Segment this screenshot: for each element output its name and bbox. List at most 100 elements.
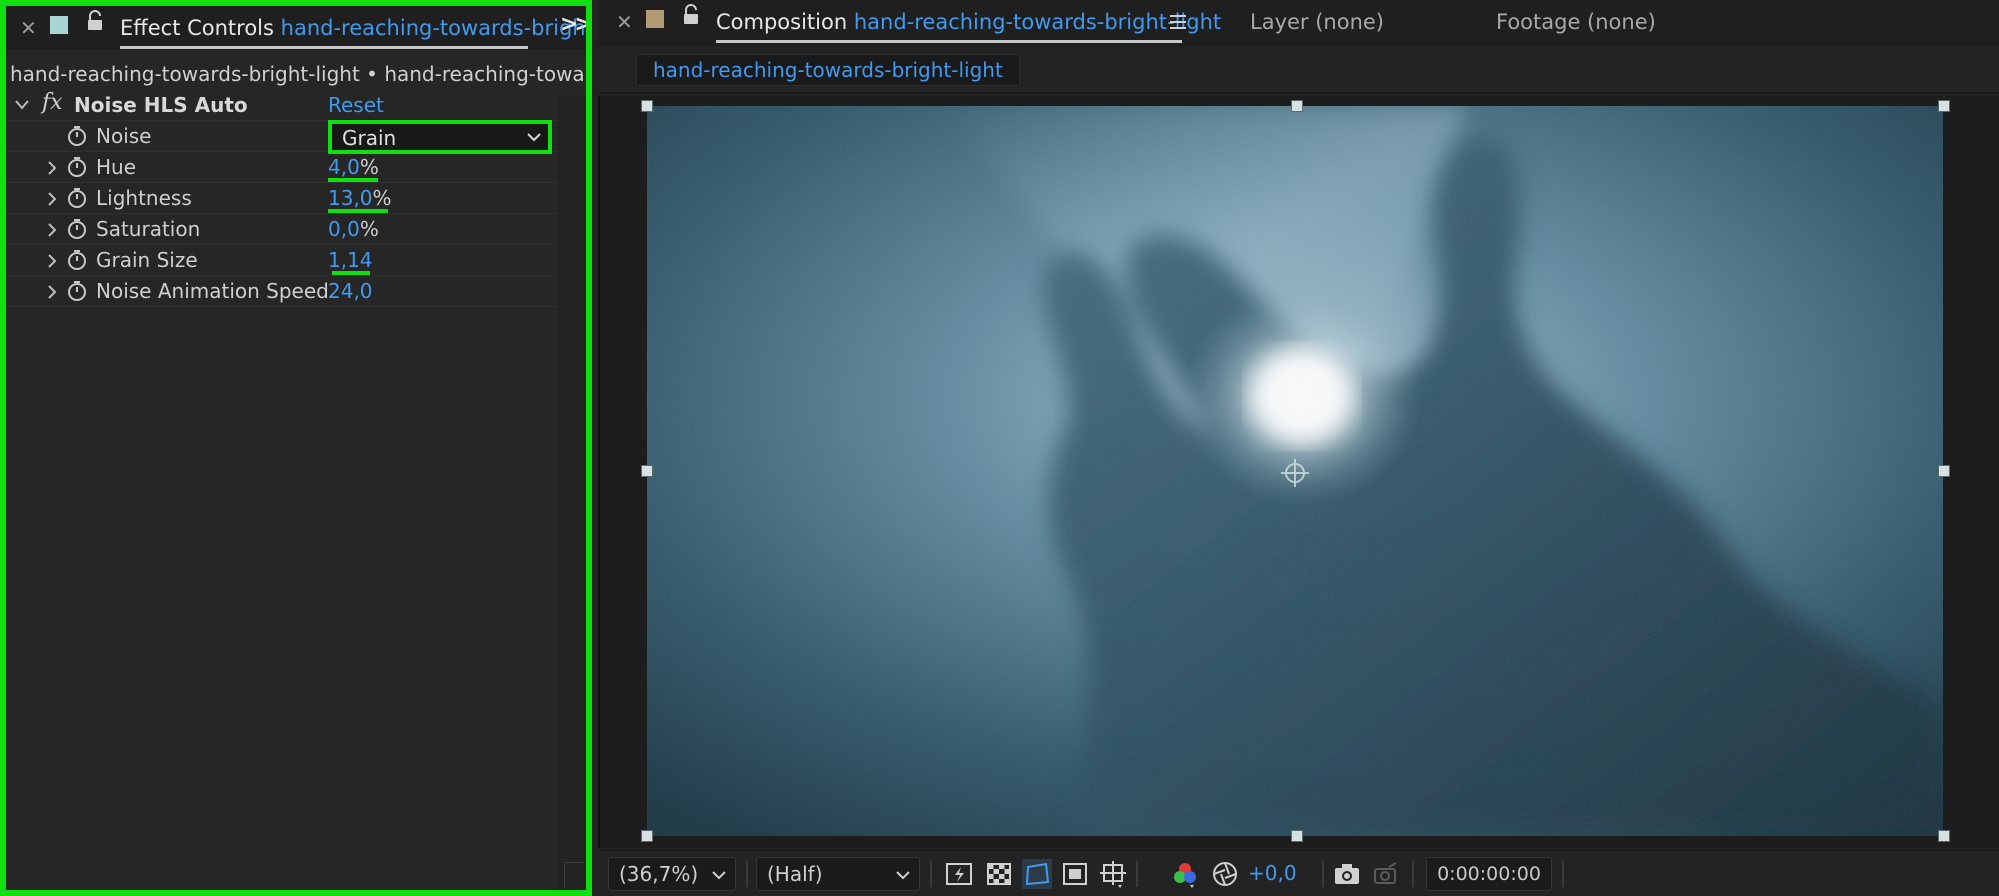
- region-of-interest-icon[interactable]: [1060, 859, 1090, 889]
- effect-controls-scrollbar[interactable]: [558, 94, 586, 890]
- reset-button[interactable]: Reset: [328, 93, 384, 117]
- chevron-down-icon: [896, 871, 910, 880]
- transform-handle-bottom-center[interactable]: [1291, 830, 1303, 842]
- transform-handle-middle-left[interactable]: [641, 465, 653, 477]
- hue-highlight-underline: [328, 178, 378, 182]
- composition-frame-image[interactable]: [647, 106, 1943, 836]
- noise-type-value: Grain: [342, 126, 397, 150]
- effect-controls-tab-label: Effect Controls: [120, 16, 274, 40]
- lock-icon[interactable]: [682, 4, 700, 26]
- active-tab-underline: [716, 40, 1182, 43]
- resize-corner[interactable]: [564, 862, 584, 888]
- lightness-label: Lightness: [96, 186, 192, 210]
- chevron-right-icon[interactable]: [46, 284, 58, 300]
- grain-size-number[interactable]: 1,14: [328, 248, 373, 272]
- lightness-property-row: Lightness 13,0%: [6, 183, 558, 214]
- camera-snapshot-icon[interactable]: [1332, 859, 1362, 889]
- stopwatch-icon[interactable]: [66, 125, 88, 147]
- stopwatch-icon[interactable]: [66, 249, 88, 271]
- grain-size-property-row: Grain Size 1,14: [6, 245, 558, 276]
- noise-animation-speed-property-row: Noise Animation Speed 24,0: [6, 276, 558, 307]
- noise-type-dropdown[interactable]: Grain: [328, 120, 552, 154]
- saturation-unit: %: [359, 217, 379, 241]
- transform-handle-bottom-left[interactable]: [641, 830, 653, 842]
- hue-number[interactable]: 4,0: [328, 155, 360, 179]
- layer-tab[interactable]: Layer (none): [1250, 10, 1384, 34]
- composition-tab-name: hand-reaching-towards-bright-light: [853, 10, 1222, 34]
- chevron-right-icon[interactable]: [46, 160, 58, 176]
- saturation-property-row: Saturation 0,0%: [6, 214, 558, 245]
- composition-subtab[interactable]: hand-reaching-towards-bright-light: [636, 54, 1020, 86]
- transform-handle-middle-right[interactable]: [1938, 465, 1950, 477]
- chevron-right-icon[interactable]: [46, 222, 58, 238]
- effect-controls-breadcrumb: hand-reaching-towards-bright-light • han…: [10, 62, 592, 86]
- current-time-display[interactable]: 0:00:00:00: [1426, 857, 1552, 891]
- composition-subtab-bar: hand-reaching-towards-bright-light: [598, 50, 1999, 94]
- show-snapshot-icon[interactable]: [1370, 859, 1400, 889]
- composition-tab-bar: ✕ Composition hand-reaching-towards-brig…: [598, 0, 1999, 46]
- resolution-value: (Half): [767, 862, 823, 886]
- lock-icon[interactable]: [86, 10, 104, 32]
- effect-controls-layer-name: hand-reaching-towards-brigh: [280, 16, 586, 40]
- noise-animation-speed-label: Noise Animation Speed: [96, 279, 329, 303]
- effect-controls-tab[interactable]: Effect Controls hand-reaching-towards-br…: [120, 16, 586, 40]
- fast-previews-icon[interactable]: [944, 859, 974, 889]
- chevron-down-icon[interactable]: [14, 98, 30, 112]
- composition-tab-label: Composition: [716, 10, 848, 34]
- lightness-highlight-underline: [328, 209, 388, 213]
- transparency-grid-icon[interactable]: [984, 859, 1014, 889]
- effect-controls-tab-bar: ✕ Effect Controls hand-reaching-towards-…: [6, 6, 586, 50]
- stopwatch-icon[interactable]: [66, 280, 88, 302]
- transform-handle-bottom-right[interactable]: [1938, 830, 1950, 842]
- grain-size-highlight-underline: [332, 271, 370, 275]
- close-tab-icon[interactable]: ✕: [20, 16, 37, 40]
- hue-label: Hue: [96, 155, 137, 179]
- stopwatch-icon[interactable]: [66, 156, 88, 178]
- grain-size-value[interactable]: 1,14: [328, 248, 373, 272]
- saturation-number[interactable]: 0,0: [328, 217, 360, 241]
- toolbar-separator: [930, 861, 932, 887]
- hue-unit: %: [359, 155, 379, 179]
- magnification-dropdown[interactable]: (36,7%): [608, 857, 736, 891]
- panel-color-label-icon[interactable]: [646, 10, 664, 28]
- grain-size-label: Grain Size: [96, 248, 198, 272]
- hue-value[interactable]: 4,0%: [328, 155, 379, 179]
- close-tab-icon[interactable]: ✕: [616, 10, 633, 34]
- chevron-right-icon[interactable]: [46, 191, 58, 207]
- noise-animation-speed-number[interactable]: 24,0: [328, 279, 373, 303]
- toolbar-separator: [1412, 861, 1414, 887]
- saturation-value[interactable]: 0,0%: [328, 217, 379, 241]
- grid-guides-icon[interactable]: [1098, 859, 1128, 889]
- show-channel-icon[interactable]: [1170, 859, 1200, 889]
- mask-path-visibility-icon[interactable]: [1022, 859, 1052, 889]
- panel-overflow-chevron-icon[interactable]: >>: [560, 12, 586, 37]
- lightness-number[interactable]: 13,0: [328, 186, 373, 210]
- transform-handle-top-left[interactable]: [641, 100, 653, 112]
- composition-tab[interactable]: Composition hand-reaching-towards-bright…: [716, 10, 1221, 34]
- resolution-dropdown[interactable]: (Half): [756, 857, 920, 891]
- reset-exposure-icon[interactable]: [1210, 859, 1240, 889]
- composition-viewer-toolbar: (36,7%) (Half) +0,0 0:00:00:00: [598, 850, 1999, 896]
- noise-label: Noise: [96, 124, 152, 148]
- active-tab-underline: [120, 46, 528, 49]
- lightness-value[interactable]: 13,0%: [328, 186, 392, 210]
- footage-tab[interactable]: Footage (none): [1496, 10, 1656, 34]
- panel-color-label-icon[interactable]: [50, 16, 68, 34]
- panel-menu-icon[interactable]: [1169, 14, 1187, 30]
- toolbar-separator: [746, 861, 748, 887]
- transform-handle-top-right[interactable]: [1938, 100, 1950, 112]
- effect-header-row: fx Noise HLS Auto Reset: [6, 90, 558, 121]
- chevron-down-icon: [527, 133, 541, 142]
- fx-icon[interactable]: fx: [42, 90, 63, 115]
- chevron-right-icon[interactable]: [46, 253, 58, 269]
- toolbar-separator: [1562, 861, 1564, 887]
- stopwatch-icon[interactable]: [66, 218, 88, 240]
- magnification-value: (36,7%): [619, 862, 699, 886]
- exposure-value[interactable]: +0,0: [1248, 861, 1297, 885]
- effect-name: Noise HLS Auto: [74, 93, 248, 117]
- chevron-down-icon: [712, 871, 726, 880]
- noise-animation-speed-value[interactable]: 24,0: [328, 279, 373, 303]
- saturation-label: Saturation: [96, 217, 201, 241]
- stopwatch-icon[interactable]: [66, 187, 88, 209]
- transform-handle-top-center[interactable]: [1291, 100, 1303, 112]
